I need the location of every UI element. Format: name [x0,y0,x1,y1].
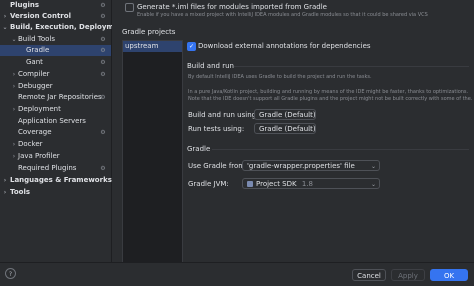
chevron-right-icon[interactable]: › [10,69,18,80]
sidebar-item-label: Build Tools [18,35,56,43]
sidebar-item-compiler[interactable]: › Compiler ⚙ [0,69,111,80]
run-tests-using-label: Run tests using: [188,125,245,133]
gear-icon: ⚙ [100,94,106,101]
generate-iml-help: Enable if you have a mixed project with … [137,12,428,18]
ok-button[interactable]: OK [430,269,468,281]
chevron-right-icon[interactable]: › [1,11,9,22]
build-run-description: By default IntelliJ IDEA uses Gradle to … [188,74,372,80]
gradle-jvm-label: Gradle JVM: [188,180,229,188]
build-run-using-select[interactable]: Gradle (Default) ⌄ [254,109,316,120]
chevron-down-icon[interactable]: ⌄ [10,34,18,45]
sidebar-item-gradle[interactable]: Gradle ⚙ [0,45,111,56]
run-tests-using-select[interactable]: Gradle (Default) ⌄ [254,123,316,134]
gear-icon: ⚙ [100,47,106,54]
sdk-icon [247,181,253,187]
chevron-down-icon[interactable]: ⌄ [1,22,9,33]
use-gradle-from-select[interactable]: 'gradle-wrapper.properties' file ⌄ [242,160,380,171]
use-gradle-from-label: Use Gradle from: [188,162,248,170]
gear-icon: ⚙ [100,71,106,78]
sidebar-item-label: Version Control [10,12,71,20]
sidebar-item-deployment[interactable]: › Deployment [0,104,111,115]
chevron-down-icon: ⌄ [370,163,376,170]
gradle-jvm-select[interactable]: Project SDK 1.8 ⌄ [242,178,380,189]
sidebar-item-required-plugins[interactable]: Required Plugins ⚙ [0,163,111,174]
sidebar-item-label: Gant [26,58,43,66]
build-run-using-label: Build and run using: [188,111,259,119]
sidebar-item-application-servers[interactable]: Application Servers [0,116,111,127]
download-annotations-label: Download external annotations for depend… [198,42,371,50]
section-divider [234,66,469,67]
section-divider [212,149,469,150]
chevron-right-icon[interactable]: › [10,104,18,115]
sidebar-item-tools[interactable]: › Tools [0,187,111,198]
build-run-description: In a pure Java/Kotlin project, building … [188,89,469,95]
gear-icon: ⚙ [100,59,106,66]
sidebar-item-label: Remote Jar Repositories [18,93,102,101]
sidebar-item-languages-frameworks[interactable]: › Languages & Frameworks [0,175,112,186]
sidebar-item-java-profiler[interactable]: › Java Profiler [0,151,111,162]
gear-icon: ⚙ [100,13,106,20]
chevron-right-icon[interactable]: › [10,151,18,162]
use-gradle-from-value: 'gradle-wrapper.properties' file [247,162,355,170]
chevron-down-icon: ⌄ [306,112,312,119]
sidebar-item-docker[interactable]: › Docker [0,139,111,150]
sidebar-item-label: Coverage [18,128,52,136]
dialog-footer: ? Cancel Apply OK [0,262,474,286]
gradle-jvm-version: 1.8 [301,180,313,188]
sidebar-item-label: Deployment [18,105,61,113]
chevron-right-icon[interactable]: › [10,81,18,92]
chevron-right-icon[interactable]: › [1,175,9,186]
sidebar-item-build-tools[interactable]: ⌄ Build Tools ⚙ [0,34,111,45]
gradle-heading: Gradle [187,145,211,153]
sidebar-item-label: Compiler [18,70,50,78]
settings-sidebar: Plugins ⚙ › Version Control ⚙ ⌄ Build, E… [0,0,127,262]
sidebar-item-coverage[interactable]: Coverage ⚙ [0,127,111,138]
sidebar-item-label: Docker [18,140,43,148]
sidebar-item-label: Build, Execution, Deployment [10,23,127,31]
sidebar-item-label: Gradle [26,46,50,54]
apply-button[interactable]: Apply [391,269,425,281]
sidebar-item-plugins[interactable]: Plugins ⚙ [0,0,111,11]
gradle-settings-panel: Generate *.iml files for modules importe… [112,0,474,264]
sidebar-item-label: Application Servers [18,117,86,125]
chevron-down-icon: ⌄ [306,126,312,133]
generate-iml-label: Generate *.iml files for modules importe… [137,3,327,11]
project-name: upstream [125,42,159,50]
gradle-projects-list: upstream [122,40,183,264]
build-run-description: Note that the IDE doesn't support all Gr… [188,96,473,102]
help-button[interactable]: ? [5,268,16,279]
sidebar-item-label: Languages & Frameworks [10,176,112,184]
sidebar-item-gant[interactable]: Gant ⚙ [0,57,111,68]
sidebar-item-label: Java Profiler [18,152,60,160]
gradle-jvm-value: Project SDK [256,180,297,188]
sidebar-item-label: Required Plugins [18,164,77,172]
build-run-heading: Build and run [187,62,234,70]
sidebar-item-build-execution-deployment[interactable]: ⌄ Build, Execution, Deployment [0,22,126,33]
gear-icon: ⚙ [100,129,106,136]
sidebar-item-debugger[interactable]: › Debugger [0,81,111,92]
download-annotations-checkbox[interactable]: ✓ [187,42,196,51]
sidebar-item-label: Tools [10,188,31,196]
sidebar-item-label: Plugins [10,1,40,9]
cancel-button[interactable]: Cancel [352,269,386,281]
gear-icon: ⚙ [100,165,106,172]
list-item[interactable]: upstream [123,41,182,52]
chevron-down-icon: ⌄ [370,181,376,188]
gear-icon: ⚙ [100,36,106,43]
chevron-right-icon[interactable]: › [1,187,9,198]
chevron-right-icon[interactable]: › [10,139,18,150]
sidebar-item-remote-jar-repositories[interactable]: Remote Jar Repositories ⚙ [0,92,111,103]
gradle-projects-label: Gradle projects [122,28,176,36]
gear-icon: ⚙ [100,2,106,9]
sidebar-item-version-control[interactable]: › Version Control ⚙ [0,11,111,22]
generate-iml-checkbox[interactable] [125,3,134,12]
sidebar-item-label: Debugger [18,82,53,90]
